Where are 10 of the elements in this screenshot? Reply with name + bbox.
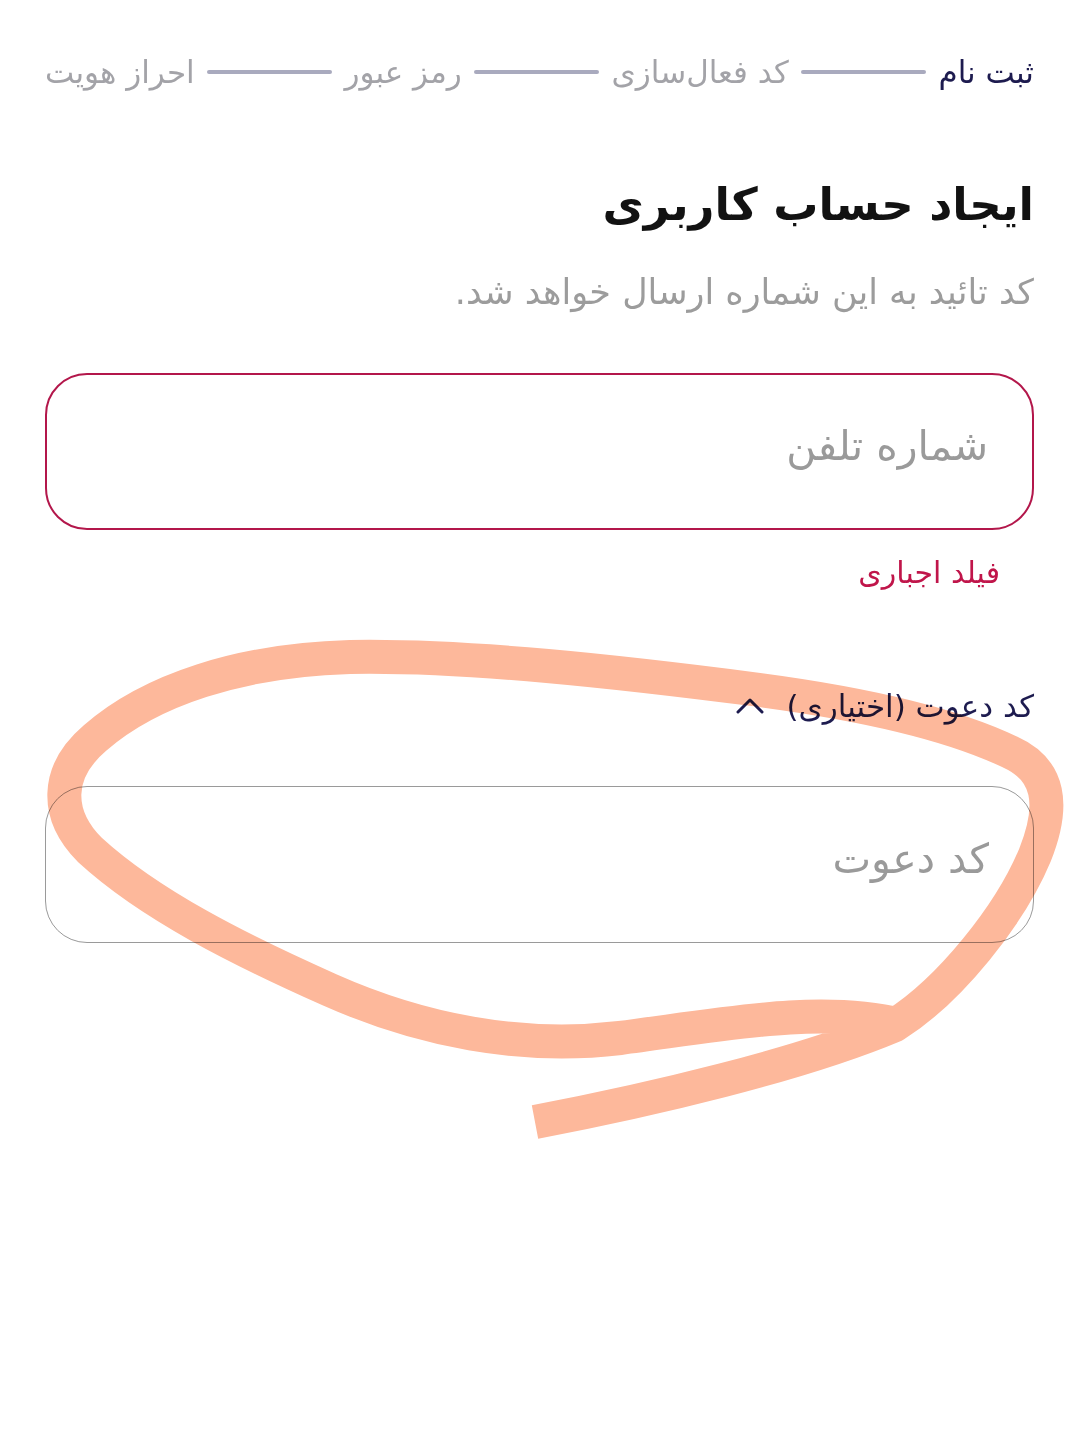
step-label: رمز عبور bbox=[344, 53, 462, 93]
step-label: ثبت نام bbox=[938, 53, 1034, 92]
error-message: فیلد اجباری bbox=[857, 554, 1000, 592]
subtitle-text: کد تائید به این شماره ارسال خواهد شد. bbox=[453, 271, 1034, 314]
invite-code-toggle[interactable]: کد دعوت (اختیاری) bbox=[736, 686, 1034, 726]
invite-code-field[interactable]: کد دعوت bbox=[45, 786, 1034, 943]
page-title: ایجاد حساب کاربری bbox=[601, 177, 1034, 233]
phone-number-field[interactable]: شماره تلفن bbox=[45, 373, 1034, 530]
step-label: احراز هویت bbox=[45, 53, 195, 93]
step-label: کد فعال‌سازی bbox=[611, 53, 789, 93]
